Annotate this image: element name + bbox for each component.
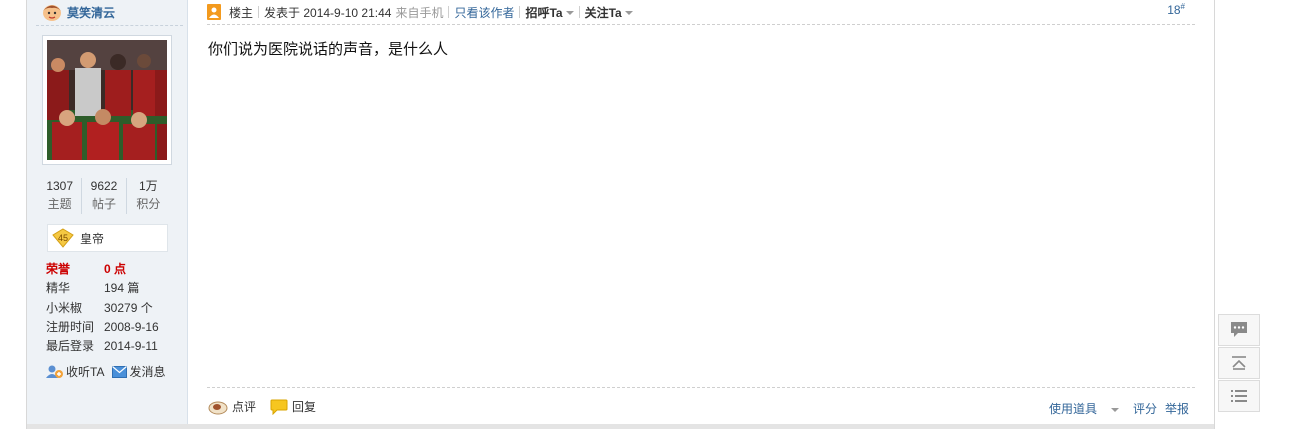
use-tool-dropdown[interactable]: 使用道具 [1035,400,1119,417]
author-actions: 收听TA 发消息 [46,363,173,380]
stat-label: 帖子 [91,197,116,211]
author-username[interactable]: 莫笑清云 [67,4,115,21]
rank-badge-box: 45 皇帝 [47,224,168,252]
info-value: 2014-9-11 [104,339,158,354]
report-button[interactable]: 举报 [1165,400,1189,417]
author-stats: 1307 主题 9622 帖子 1万 积分 [38,178,170,214]
list-view-button[interactable] [1218,380,1260,412]
comment-label: 点评 [232,400,257,414]
post-frame [26,0,1215,429]
back-to-top-button[interactable] [1218,347,1260,379]
comment-icon [208,401,228,414]
info-key: 荣誉 [46,262,71,276]
stat-label: 主题 [47,197,72,211]
comment-button[interactable]: 点评 [208,398,256,415]
post-bottom-bar [27,424,1214,429]
info-row-register: 注册时间 2008-9-16 [46,318,159,337]
post-footer-right: 使用道具 评分 举报 [1021,400,1189,417]
post-source: 来自手机 [395,5,444,20]
reply-icon [270,399,288,415]
stat-value: 1307 [46,179,74,193]
divider [578,6,580,18]
stat-value: 9622 [90,179,118,193]
info-row-pepper: 小米椒 30279 个 [46,299,159,318]
info-row-honor: 荣誉 0 点 [46,260,159,279]
divider [519,6,521,18]
floor-number: 18 [1167,3,1181,17]
stat-points[interactable]: 1万 积分 [127,178,170,214]
user-face-icon [43,5,61,21]
info-key: 小米椒 [46,300,83,315]
info-value: 2008-9-16 [104,319,159,334]
stat-threads[interactable]: 1307 主题 [38,178,83,214]
divider [258,6,260,18]
post-footer-left: 点评 回复 [208,398,330,415]
list-icon [1231,390,1247,402]
greet-label: 招呼Ta [525,5,563,20]
avatar-photo [47,40,167,160]
post-header: 楼主 发表于 2014-9-10 21:44 来自手机 只看该作者 招呼Ta 关… [207,0,1195,25]
mail-icon [112,365,128,378]
stat-posts[interactable]: 9622 帖子 [82,178,127,214]
follow-dropdown[interactable]: 关注Ta [585,4,633,21]
rank-level-icon: 45 [52,228,74,248]
post-footer: 点评 回复 使用道具 评分 举报 [207,387,1195,424]
chat-bubble-icon [1231,322,1247,337]
rate-button[interactable]: 评分 [1133,400,1157,417]
follow-label: 关注Ta [584,5,622,20]
info-value: 0 点 [104,262,127,276]
chevron-down-icon [565,11,574,16]
follow-user-button[interactable]: 收听TA [46,363,104,380]
rank-title: 皇帝 [80,231,105,246]
back-to-top-icon [1232,356,1246,370]
stat-value: 1万 [138,179,158,193]
chevron-down-icon [1110,407,1119,412]
post-content: 你们说为医院说话的声音，是什么人 [208,41,449,58]
sidebar-divider [36,25,183,26]
use-tool-label: 使用道具 [1048,402,1097,416]
author-head: 莫笑清云 [40,2,115,22]
reply-button[interactable]: 回复 [270,398,316,415]
divider [448,6,450,18]
info-value: 194 篇 [104,281,140,296]
op-label: 楼主 [229,5,254,20]
author-info: 荣誉 0 点 精华 194 篇 小米椒 30279 个 注册时间 2008-9-… [46,260,159,356]
greet-dropdown[interactable]: 招呼Ta [525,4,574,21]
floating-toolbar [1218,314,1260,413]
info-key: 精华 [46,281,71,296]
send-message-button[interactable]: 发消息 [112,363,165,380]
listen-icon [46,365,63,378]
send-message-label: 发消息 [129,365,166,379]
stat-label: 积分 [136,197,161,211]
info-row-lastlogin: 最后登录 2014-9-11 [46,337,159,356]
info-key: 注册时间 [46,319,95,334]
floor-suffix: # [1180,2,1185,11]
floor-number-link[interactable]: 18# [1167,2,1185,17]
reply-label: 回复 [292,400,317,414]
svg-text:45: 45 [58,233,68,243]
follow-user-label: 收听TA [66,365,105,379]
thread-starter-icon [207,4,221,20]
info-key: 最后登录 [46,339,95,354]
quick-reply-button[interactable] [1218,314,1260,346]
info-row-digest: 精华 194 篇 [46,279,159,298]
chevron-down-icon [624,11,633,16]
info-value: 30279 个 [104,300,153,315]
post-time: 发表于 2014-9-10 21:44 [264,5,392,20]
only-author-link[interactable]: 只看该作者 [454,4,514,21]
author-avatar[interactable] [42,35,172,165]
